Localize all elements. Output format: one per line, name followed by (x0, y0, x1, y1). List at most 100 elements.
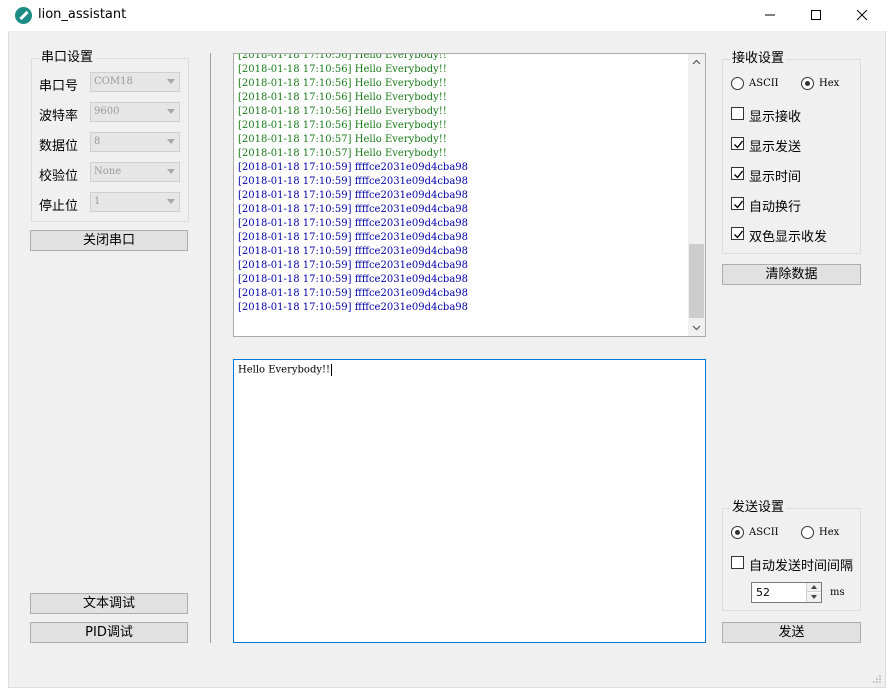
receive-ascii-label: ASCII (749, 78, 779, 89)
auto-wrap-checkbox[interactable] (731, 197, 744, 210)
send-button[interactable]: 发送 (722, 622, 861, 643)
serial-settings-title: 串口设置 (39, 50, 96, 66)
client-area: 串口设置 串口号 COM18 波特率 9600 数据位 8 校验位 None 停… (8, 31, 886, 688)
receive-log-line: [2018-01-18 17:10:59] ffffce2031e09d4cba… (238, 259, 468, 273)
receive-log-line: [2018-01-18 17:10:57] Hello Everybody!! (238, 133, 468, 147)
receive-log-line: [2018-01-18 17:10:59] ffffce2031e09d4cba… (238, 161, 468, 175)
receive-log-line: [2018-01-18 17:10:59] ffffce2031e09d4cba… (238, 273, 468, 287)
log-message: Hello Everybody!! (354, 148, 447, 159)
log-message: Hello Everybody!! (354, 92, 447, 103)
log-timestamp: [2018-01-18 17:10:59] (238, 246, 352, 257)
send-text-area[interactable]: Hello Everybody!! (233, 359, 706, 643)
panel-divider (210, 53, 211, 643)
port-select[interactable]: COM18 (90, 72, 180, 92)
maximize-icon (811, 10, 821, 20)
dual-color-checkbox[interactable] (731, 227, 744, 240)
dual-color-label: 双色显示收发 (749, 230, 828, 245)
send-hex-radio[interactable] (801, 526, 814, 539)
close-icon (856, 9, 868, 21)
log-timestamp: [2018-01-18 17:10:56] (238, 106, 352, 117)
parity-label: 校验位 (39, 169, 79, 184)
log-message: Hello Everybody!! (354, 64, 447, 75)
close-port-button[interactable]: 关闭串口 (30, 230, 188, 251)
receive-log-line: [2018-01-18 17:10:56] Hello Everybody!! (238, 63, 468, 77)
text-debug-button[interactable]: 文本调试 (30, 593, 188, 614)
receive-ascii-radio[interactable] (731, 77, 744, 90)
log-timestamp: [2018-01-18 17:10:59] (238, 302, 352, 313)
log-timestamp: [2018-01-18 17:10:57] (238, 148, 352, 159)
minimize-button[interactable] (747, 0, 793, 31)
check-icon (734, 170, 744, 179)
maximize-button[interactable] (793, 0, 839, 31)
scroll-down-button[interactable] (688, 319, 705, 336)
log-message: ffffce2031e09d4cba98 (354, 274, 469, 285)
log-message: ffffce2031e09d4cba98 (354, 162, 469, 173)
window-title: lion_assistant (38, 7, 127, 22)
receive-log-line: [2018-01-18 17:10:59] ffffce2031e09d4cba… (238, 301, 468, 315)
pid-debug-button[interactable]: PID调试 (30, 622, 188, 643)
log-message: Hello Everybody!! (354, 53, 447, 61)
minimize-icon (765, 14, 775, 16)
log-message: ffffce2031e09d4cba98 (354, 190, 469, 201)
receive-log-line: [2018-01-18 17:10:56] Hello Everybody!! (238, 105, 468, 119)
send-settings-title: 发送设置 (730, 500, 787, 516)
spin-up-button[interactable] (807, 583, 821, 592)
clear-data-button[interactable]: 清除数据 (722, 264, 861, 285)
log-timestamp: [2018-01-18 17:10:59] (238, 288, 352, 299)
receive-text-area[interactable]: [2018-01-18 17:10:56] Hello Everybody!![… (233, 53, 706, 337)
interval-value: 52 (756, 586, 770, 599)
show-receive-label: 显示接收 (749, 110, 802, 125)
log-timestamp: [2018-01-18 17:10:59] (238, 190, 352, 201)
resize-grip-icon[interactable] (872, 674, 882, 684)
log-message: ffffce2031e09d4cba98 (354, 176, 469, 187)
log-timestamp: [2018-01-18 17:10:56] (238, 78, 352, 89)
show-send-checkbox[interactable] (731, 137, 744, 150)
interval-spinbox[interactable]: 52 (751, 582, 822, 603)
close-button[interactable] (839, 0, 885, 31)
log-timestamp: [2018-01-18 17:10:56] (238, 53, 352, 61)
data-bits-select[interactable]: 8 (90, 132, 180, 152)
log-message: ffffce2031e09d4cba98 (354, 218, 469, 229)
spin-down-button[interactable] (807, 593, 821, 602)
receive-scrollbar[interactable] (688, 54, 705, 336)
scroll-thumb[interactable] (689, 244, 704, 318)
baud-rate-label: 波特率 (39, 109, 79, 124)
auto-send-label: 自动发送时间间隔 (749, 559, 854, 574)
chevron-down-icon (167, 169, 175, 174)
log-message: Hello Everybody!! (354, 78, 447, 89)
show-time-label: 显示时间 (749, 170, 802, 185)
port-value: COM18 (94, 76, 133, 87)
show-receive-checkbox[interactable] (731, 107, 744, 120)
log-message: Hello Everybody!! (354, 106, 447, 117)
receive-log-line: [2018-01-18 17:10:59] ffffce2031e09d4cba… (238, 217, 468, 231)
log-timestamp: [2018-01-18 17:10:59] (238, 176, 352, 187)
check-icon (734, 230, 744, 239)
chevron-down-icon (167, 139, 175, 144)
receive-settings-group: 接收设置 (722, 51, 861, 254)
log-message: ffffce2031e09d4cba98 (354, 204, 469, 215)
receive-hex-radio[interactable] (801, 77, 814, 90)
log-message: ffffce2031e09d4cba98 (354, 232, 469, 243)
receive-hex-label: Hex (819, 78, 840, 89)
receive-log-line: [2018-01-18 17:10:59] ffffce2031e09d4cba… (238, 287, 468, 301)
receive-log-line: [2018-01-18 17:10:56] Hello Everybody!! (238, 53, 468, 63)
log-message: Hello Everybody!! (354, 120, 447, 131)
spin-buttons (806, 583, 821, 602)
auto-wrap-label: 自动换行 (749, 200, 802, 215)
receive-log-line: [2018-01-18 17:10:56] Hello Everybody!! (238, 77, 468, 91)
log-timestamp: [2018-01-18 17:10:56] (238, 92, 352, 103)
chevron-down-icon (167, 79, 175, 84)
auto-send-checkbox[interactable] (731, 556, 744, 569)
send-ascii-label: ASCII (749, 527, 779, 538)
parity-select[interactable]: None (90, 162, 180, 182)
send-hex-label: Hex (819, 527, 840, 538)
receive-log-line: [2018-01-18 17:10:56] Hello Everybody!! (238, 119, 468, 133)
show-time-checkbox[interactable] (731, 167, 744, 180)
log-message: Hello Everybody!! (354, 134, 447, 145)
baud-rate-select[interactable]: 9600 (90, 102, 180, 122)
send-ascii-radio[interactable] (731, 526, 744, 539)
receive-log-line: [2018-01-18 17:10:59] ffffce2031e09d4cba… (238, 189, 468, 203)
scroll-up-button[interactable] (688, 54, 705, 71)
stop-bits-select[interactable]: 1 (90, 192, 180, 212)
chevron-down-icon (167, 109, 175, 114)
